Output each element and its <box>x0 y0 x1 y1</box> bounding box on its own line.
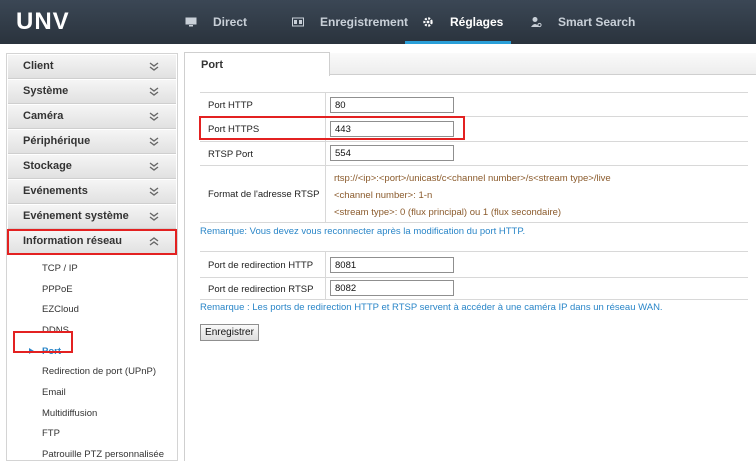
chevron-up-icon <box>149 237 159 246</box>
sub-item-label: FTP <box>42 428 60 440</box>
top-bar: UNV Direct Enregistrement Réglages Smart… <box>0 0 756 44</box>
rtsp-port-label: RTSP Port <box>208 149 254 160</box>
sub-item-label: Multidiffusion <box>42 407 98 419</box>
port-http-input[interactable] <box>330 97 454 113</box>
chevron-down-icon <box>149 212 159 221</box>
divider <box>325 92 326 222</box>
port-https-label: Port HTTPS <box>208 124 260 135</box>
chevron-down-icon <box>149 137 159 146</box>
sidebar-item-port[interactable]: Port <box>7 341 177 362</box>
gear-icon <box>423 17 433 27</box>
nav-smart-search[interactable]: Smart Search <box>530 0 635 44</box>
section-label: Caméra <box>23 110 64 122</box>
sub-item-label: Port <box>42 345 61 357</box>
active-tab-indicator <box>405 41 511 44</box>
sub-item-label: Email <box>42 386 66 398</box>
sidebar-item-multidiffusion[interactable]: Multidiffusion <box>7 403 177 424</box>
section-label: Stockage <box>23 160 72 172</box>
nav-reglages-label: Réglages <box>450 15 504 29</box>
save-button[interactable]: Enregistrer <box>200 324 259 341</box>
rtsp-format-line: rtsp://<ip>:<port>/unicast/c<channel num… <box>334 173 611 184</box>
rtsp-port-input[interactable] <box>330 145 454 161</box>
selected-arrow-icon <box>29 347 34 354</box>
port-https-input[interactable] <box>330 121 454 137</box>
sidebar-section-camera[interactable]: Caméra <box>8 105 176 129</box>
divider <box>200 165 748 166</box>
sidebar-section-information-reseau[interactable]: Information réseau <box>7 229 177 255</box>
chevron-down-icon <box>149 62 159 71</box>
chevron-down-icon <box>149 87 159 96</box>
redir-http-input[interactable] <box>330 257 454 273</box>
chevron-down-icon <box>149 162 159 171</box>
rtsp-format-label: Format de l'adresse RTSP <box>208 189 320 200</box>
sidebar-item-pppoe[interactable]: PPPoE <box>7 279 177 300</box>
divider <box>200 92 748 93</box>
divider <box>200 141 748 142</box>
sidebar-section-client[interactable]: Client <box>8 55 176 79</box>
divider <box>200 222 748 223</box>
chevron-down-icon <box>149 112 159 121</box>
rtsp-format-line: <channel number>: 1-n <box>334 190 433 201</box>
sub-item-label: Redirection de port (UPnP) <box>42 366 157 378</box>
tab-port[interactable]: Port <box>184 52 330 76</box>
sidebar-section-evenement-systeme[interactable]: Evénement système <box>8 205 176 229</box>
redir-rtsp-input[interactable] <box>330 280 454 296</box>
sidebar-item-ezcloud[interactable]: EZCloud <box>7 299 177 320</box>
sidebar-item-ftp[interactable]: FTP <box>7 424 177 445</box>
sub-item-label: Patrouille PTZ personnalisée <box>42 449 164 461</box>
divider <box>200 277 748 278</box>
section-label: Evénements <box>23 185 88 197</box>
nav-enregistrement-label: Enregistrement <box>320 15 409 29</box>
sub-item-label: PPPoE <box>42 283 73 295</box>
sidebar-section-peripherique[interactable]: Périphérique <box>8 130 176 154</box>
chevron-down-icon <box>149 187 159 196</box>
divider <box>200 299 748 300</box>
sidebar-section-evenements[interactable]: Evénements <box>8 180 176 204</box>
section-label: Evénement système <box>23 210 129 222</box>
nav-smart-search-label: Smart Search <box>558 15 636 29</box>
rtsp-format-line: <stream type>: 0 (flux principal) ou 1 (… <box>334 207 562 218</box>
divider <box>200 116 748 117</box>
section-label: Client <box>23 60 54 72</box>
sidebar-section-systeme[interactable]: Système <box>8 80 176 104</box>
nav-direct[interactable]: Direct <box>185 0 247 44</box>
brand-logo: UNV <box>16 8 70 35</box>
sidebar: Client Système Caméra Périphérique Stock… <box>6 53 178 461</box>
redir-http-label: Port de redirection HTTP <box>208 260 314 271</box>
divider <box>325 251 326 299</box>
sub-item-label: TCP / IP <box>42 262 78 274</box>
sub-item-label: DDNS <box>42 324 69 336</box>
sub-item-label: EZCloud <box>42 304 79 316</box>
sidebar-section-stockage[interactable]: Stockage <box>8 155 176 179</box>
monitor-icon <box>185 17 197 27</box>
recorder-icon <box>292 17 304 27</box>
person-search-icon <box>531 17 542 28</box>
section-label: Information réseau <box>23 235 123 247</box>
section-label: Périphérique <box>23 135 91 147</box>
note-wan-redirect: Remarque : Les ports de redirection HTTP… <box>200 302 663 313</box>
divider <box>200 251 748 252</box>
nav-enregistrement[interactable]: Enregistrement <box>292 0 408 44</box>
sidebar-item-upnp[interactable]: Redirection de port (UPnP) <box>7 361 177 382</box>
section-label: Système <box>23 85 69 97</box>
redir-rtsp-label: Port de redirection RTSP <box>208 284 314 295</box>
sidebar-item-email[interactable]: Email <box>7 382 177 403</box>
sidebar-item-ptz-patrol[interactable]: Patrouille PTZ personnalisée <box>7 444 177 461</box>
sidebar-item-tcp-ip[interactable]: TCP / IP <box>7 258 177 279</box>
sidebar-item-ddns[interactable]: DDNS <box>7 320 177 341</box>
tab-label: Port <box>201 59 223 71</box>
port-http-label: Port HTTP <box>208 100 253 111</box>
nav-reglages[interactable]: Réglages <box>422 0 503 44</box>
nav-direct-label: Direct <box>213 15 248 29</box>
note-http-reconnect: Remarque: Vous devez vous reconnecter ap… <box>200 226 526 237</box>
